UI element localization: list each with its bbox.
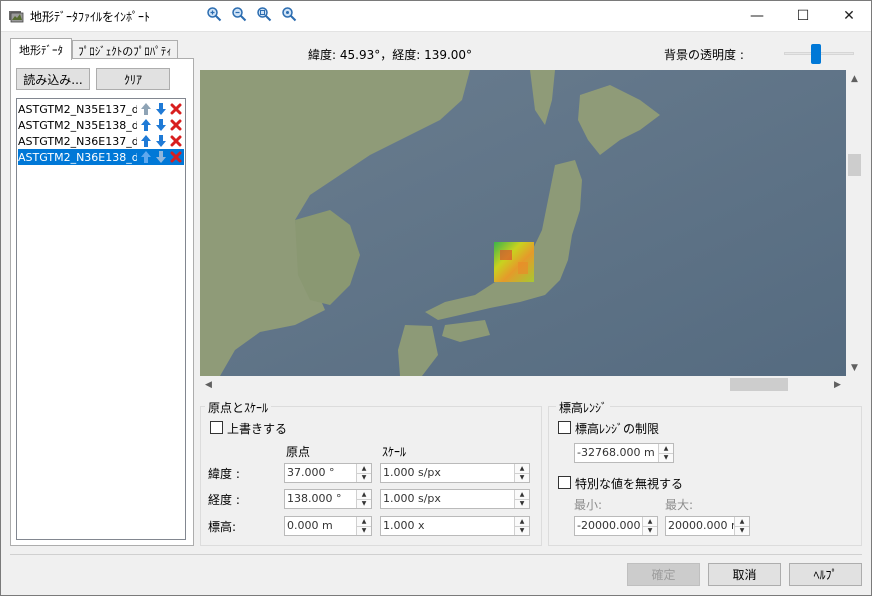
help-button[interactable]: ﾍﾙﾌﾟ xyxy=(789,563,862,586)
window-title: 地形ﾃﾞｰﾀﾌｧｲﾙをｲﾝﾎﾟｰﾄ xyxy=(30,10,151,24)
scroll-down-icon[interactable]: ▼ xyxy=(846,359,863,376)
spin-down-icon[interactable]: ▼ xyxy=(357,499,371,508)
elevation-label: 標高: xyxy=(208,520,237,534)
longitude-origin-value: 138.000 ° xyxy=(287,492,342,505)
zoom-actual-icon[interactable] xyxy=(256,6,272,22)
min-label: 最小: xyxy=(574,498,603,512)
minimize-button[interactable]: — xyxy=(734,0,780,32)
ignore-special-checkbox[interactable] xyxy=(558,476,571,489)
zoom-fit-icon[interactable] xyxy=(281,6,297,22)
map-vertical-scrollbar[interactable]: ▲ ▼ xyxy=(846,70,863,376)
min-value: -20000.000 xyxy=(577,519,641,532)
load-button[interactable]: 読み込み... xyxy=(16,68,90,90)
scroll-right-icon[interactable]: ▶ xyxy=(829,376,846,393)
list-item-selected[interactable]: ASTGTM2_N36E138_dem xyxy=(18,149,184,165)
scale-column-header: ｽｹｰﾙ xyxy=(382,445,407,459)
latitude-scale-value: 1.000 s/px xyxy=(383,466,441,479)
spin-down-icon[interactable]: ▼ xyxy=(643,526,657,535)
zoom-in-icon[interactable] xyxy=(206,6,222,22)
elevation-scale-spinner[interactable]: 1.000 x ▲ ▼ xyxy=(380,516,530,536)
arrow-up-icon[interactable] xyxy=(140,102,152,116)
spin-down-icon[interactable]: ▼ xyxy=(515,499,529,508)
list-item[interactable]: ASTGTM2_N35E137_dem xyxy=(18,101,184,117)
map-view[interactable] xyxy=(200,70,846,376)
delete-icon[interactable] xyxy=(170,118,182,132)
file-name: ASTGTM2_N35E138_dem xyxy=(18,118,137,132)
latitude-label: 緯度 : xyxy=(208,467,240,481)
elevation-origin-value: 0.000 m xyxy=(287,519,333,532)
list-item[interactable]: ASTGTM2_N36E137_dem xyxy=(18,133,184,149)
longitude-origin-spinner[interactable]: 138.000 ° ▲ ▼ xyxy=(284,489,372,509)
map-horizontal-scrollbar[interactable]: ◀ ▶ xyxy=(200,376,846,393)
close-button[interactable]: ✕ xyxy=(826,0,872,32)
delete-icon[interactable] xyxy=(170,134,182,148)
list-item[interactable]: ASTGTM2_N35E138_dem xyxy=(18,117,184,133)
cursor-coordinates: 緯度: 45.93°，経度: 139.00° xyxy=(308,48,473,62)
tab-project-properties[interactable]: ﾌﾟﾛｼﾞｪｸﾄのﾌﾟﾛﾊﾟﾃｨ xyxy=(72,40,178,60)
file-name: ASTGTM2_N35E137_dem xyxy=(18,102,137,116)
tab-terrain-data[interactable]: 地形ﾃﾞｰﾀ xyxy=(10,38,72,60)
zoom-out-icon[interactable] xyxy=(231,6,247,22)
footer-separator xyxy=(10,554,862,555)
opacity-slider-thumb[interactable] xyxy=(811,44,821,64)
delete-icon[interactable] xyxy=(170,150,182,164)
longitude-scale-spinner[interactable]: 1.000 s/px ▲ ▼ xyxy=(380,489,530,509)
clear-button[interactable]: ｸﾘｱ xyxy=(96,68,170,90)
limit-range-checkbox[interactable] xyxy=(558,421,571,434)
max-value-spinner[interactable]: 20000.000 m ▲ ▼ xyxy=(665,516,750,536)
spin-down-icon[interactable]: ▼ xyxy=(659,453,673,462)
opacity-label: 背景の透明度 : xyxy=(664,48,744,62)
app-icon xyxy=(9,11,24,23)
arrow-down-icon[interactable] xyxy=(155,150,167,164)
min-value-spinner[interactable]: -20000.000 ▲ ▼ xyxy=(574,516,658,536)
cancel-button[interactable]: 取消 xyxy=(708,563,781,586)
overwrite-checkbox[interactable] xyxy=(210,421,223,434)
limit-range-spinner[interactable]: -32768.000 m ▲ ▼ xyxy=(574,443,674,463)
ignore-special-label: 特別な値を無視する xyxy=(575,477,684,491)
map-toolbar xyxy=(200,40,864,68)
scroll-corner xyxy=(846,376,863,393)
spin-down-icon[interactable]: ▼ xyxy=(515,526,529,535)
spin-down-icon[interactable]: ▼ xyxy=(735,526,749,535)
elevation-scale-value: 1.000 x xyxy=(383,519,425,532)
latitude-origin-spinner[interactable]: 37.000 ° ▲ ▼ xyxy=(284,463,372,483)
origin-column-header: 原点 xyxy=(286,445,311,459)
arrow-down-icon[interactable] xyxy=(155,102,167,116)
max-value: 20000.000 m xyxy=(668,519,742,532)
maximize-button[interactable]: ☐ xyxy=(780,0,826,32)
scroll-left-icon[interactable]: ◀ xyxy=(200,376,217,393)
max-label: 最大: xyxy=(665,498,694,512)
scroll-up-icon[interactable]: ▲ xyxy=(846,70,863,87)
longitude-label: 経度 : xyxy=(208,493,240,507)
elevation-range-title: 標高ﾚﾝｼﾞ xyxy=(556,399,611,416)
elevation-origin-spinner[interactable]: 0.000 m ▲ ▼ xyxy=(284,516,372,536)
overwrite-label: 上書きする xyxy=(227,422,288,436)
latitude-scale-spinner[interactable]: 1.000 s/px ▲ ▼ xyxy=(380,463,530,483)
limit-range-label: 標高ﾚﾝｼﾞの制限 xyxy=(575,422,660,436)
arrow-down-icon[interactable] xyxy=(155,118,167,132)
arrow-up-icon[interactable] xyxy=(140,134,152,148)
delete-icon[interactable] xyxy=(170,102,182,116)
spin-down-icon[interactable]: ▼ xyxy=(357,526,371,535)
arrow-down-icon[interactable] xyxy=(155,134,167,148)
file-name: ASTGTM2_N36E138_dem xyxy=(18,150,137,164)
file-name: ASTGTM2_N36E137_dem xyxy=(18,134,137,148)
horizontal-scroll-thumb[interactable] xyxy=(730,378,788,391)
file-list[interactable]: ASTGTM2_N35E137_dem ASTGTM2_N35E138_dem … xyxy=(16,98,186,540)
arrow-up-icon[interactable] xyxy=(140,150,152,164)
spin-down-icon[interactable]: ▼ xyxy=(357,473,371,482)
spin-down-icon[interactable]: ▼ xyxy=(515,473,529,482)
latitude-origin-value: 37.000 ° xyxy=(287,466,335,479)
arrow-up-icon[interactable] xyxy=(140,118,152,132)
vertical-scroll-thumb[interactable] xyxy=(848,154,861,176)
japan-map[interactable] xyxy=(200,70,846,376)
limit-range-value: -32768.000 m xyxy=(577,446,655,459)
longitude-scale-value: 1.000 s/px xyxy=(383,492,441,505)
origin-scale-title: 原点とｽｹｰﾙ xyxy=(205,399,272,416)
ok-button[interactable]: 確定 xyxy=(627,563,700,586)
